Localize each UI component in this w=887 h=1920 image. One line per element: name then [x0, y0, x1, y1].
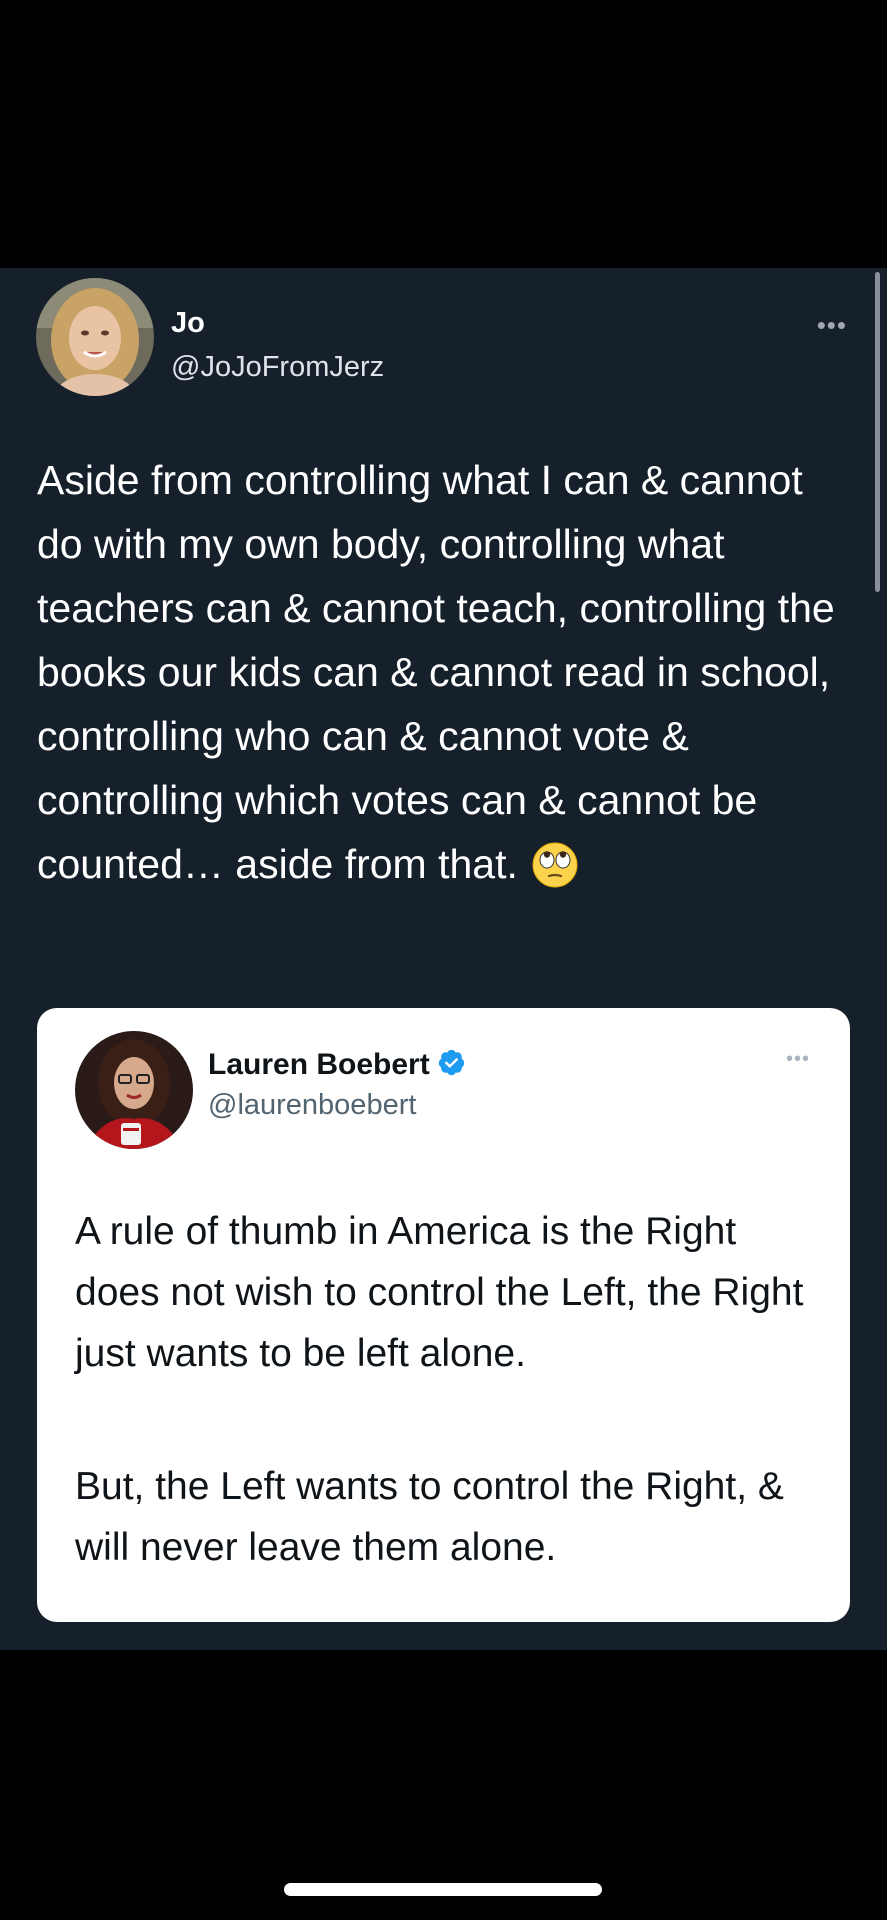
home-indicator[interactable] [284, 1883, 602, 1896]
quoted-more-horizontal-icon[interactable]: ••• [786, 1048, 810, 1071]
quoted-avatar-image [75, 1031, 193, 1149]
quoted-paragraph-1: A rule of thumb in America is the Right … [75, 1210, 804, 1375]
more-horizontal-icon[interactable]: ••• [817, 310, 847, 341]
quoted-avatar[interactable] [75, 1031, 193, 1149]
tweet-text-content: Aside from controlling what I can & cann… [37, 457, 835, 887]
quoted-name-row: Lauren Boebert [208, 1048, 466, 1082]
tweet-card[interactable]: Jo @JoJoFromJerz ••• Aside from controll… [0, 268, 887, 1650]
avatar[interactable] [36, 278, 154, 396]
face-with-rolling-eyes-emoji [532, 842, 578, 906]
quoted-author-name[interactable]: Lauren Boebert [208, 1048, 430, 1082]
quoted-tweet[interactable]: Lauren Boebert @laurenboebert ••• A rule… [37, 1008, 850, 1622]
author-name[interactable]: Jo [171, 307, 205, 340]
quoted-author-handle[interactable]: @laurenboebert [208, 1089, 416, 1122]
quoted-paragraph-2: But, the Left wants to control the Right… [75, 1465, 784, 1569]
scrollbar[interactable] [875, 272, 880, 592]
verified-badge-icon [437, 1048, 466, 1082]
tweet-text: Aside from controlling what I can & cann… [37, 448, 857, 906]
avatar-image [36, 278, 154, 396]
author-handle[interactable]: @JoJoFromJerz [171, 351, 384, 384]
